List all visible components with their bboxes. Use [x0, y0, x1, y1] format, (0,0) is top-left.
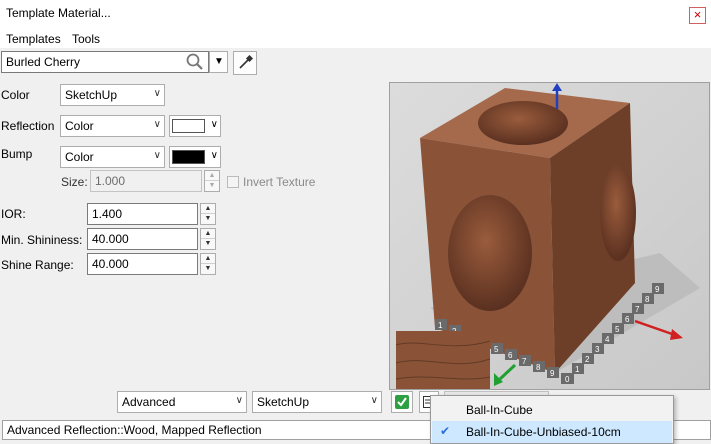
menu-templates[interactable]: Templates: [6, 32, 61, 46]
ruler-tick-label: 8: [536, 363, 541, 372]
scene-option-label: Ball-In-Cube: [466, 403, 533, 417]
eyedropper-button[interactable]: [233, 51, 257, 75]
chevron-down-icon: ∨: [153, 88, 161, 99]
mode-select-value: Advanced: [122, 395, 176, 409]
shine-range-spinner[interactable]: ▲ ▼: [200, 253, 216, 275]
ruler-tick-label: 6: [508, 351, 513, 360]
scene-option-label: Ball-In-Cube-Unbiased-10cm: [466, 425, 621, 439]
ruler-tick-label: 8: [645, 295, 650, 304]
close-button[interactable]: ×: [689, 7, 706, 24]
ruler-tick-label: 1: [575, 365, 580, 374]
ruler-tick-label: 9: [550, 369, 555, 378]
ruler-tick-label: 5: [494, 345, 499, 354]
material-dropdown-button[interactable]: ▼: [209, 51, 228, 73]
bump-select-value: Color: [65, 150, 94, 164]
reflection-swatch-color: [172, 119, 205, 133]
ruler-tick-label: 0: [565, 375, 570, 384]
status-text: Advanced Reflection::Wood, Mapped Reflec…: [7, 423, 262, 437]
ruler-tick-label: 9: [655, 285, 660, 294]
ruler-tick-label: 3: [595, 345, 600, 354]
scene-option-ball-in-cube[interactable]: Ball-In-Cube: [432, 399, 672, 421]
shine-range-label: Shine Range:: [1, 258, 74, 272]
scene-dropdown-menu: Ball-In-Cube ✔ Ball-In-Cube-Unbiased-10c…: [430, 395, 674, 444]
invert-texture-label: Invert Texture: [243, 175, 316, 189]
ruler-tick-label: 2: [585, 355, 590, 364]
color-select-value: SketchUp: [65, 88, 118, 102]
spin-down-icon[interactable]: ▼: [205, 181, 219, 191]
spin-down-icon[interactable]: ▼: [201, 264, 215, 274]
spin-down-icon[interactable]: ▼: [201, 239, 215, 249]
chevron-down-icon: ∨: [153, 119, 161, 130]
size-spinner[interactable]: ▲ ▼: [204, 170, 220, 192]
check-icon: ✔: [440, 424, 451, 438]
menu-bar: [0, 28, 711, 48]
min-shininess-input[interactable]: 40.000: [87, 228, 198, 250]
spin-up-icon[interactable]: ▲: [205, 171, 219, 181]
top-dimple: [478, 101, 568, 145]
ior-input[interactable]: 1.400: [87, 203, 198, 225]
chevron-down-icon: ∨: [153, 150, 161, 161]
ruler-tick-label: 7: [522, 357, 527, 366]
reflection-color-swatch[interactable]: ∨: [169, 115, 221, 137]
chevron-down-icon: ∨: [235, 395, 243, 406]
bump-swatch-color: [172, 150, 205, 164]
window-title: Template Material...: [6, 6, 111, 20]
ruler-tick-label: 7: [635, 305, 640, 314]
preview-render: 1234567890 9876543210: [390, 83, 709, 389]
texture-thumbnail: [396, 331, 490, 389]
chevron-down-icon: ▼: [214, 56, 224, 67]
ior-label: IOR:: [1, 207, 26, 221]
bump-color-swatch[interactable]: ∨: [169, 146, 221, 168]
engine-select-value: SketchUp: [257, 395, 310, 409]
spin-up-icon[interactable]: ▲: [201, 229, 215, 239]
color-select[interactable]: SketchUp ∨: [60, 84, 165, 106]
scene-option-ball-in-cube-unbiased[interactable]: ✔ Ball-In-Cube-Unbiased-10cm: [432, 421, 672, 443]
spin-up-icon[interactable]: ▲: [201, 254, 215, 264]
material-name: Burled Cherry: [6, 55, 81, 69]
reflection-select-value: Color: [65, 119, 94, 133]
spin-up-icon[interactable]: ▲: [201, 204, 215, 214]
menu-tools[interactable]: Tools: [72, 32, 100, 46]
ruler-tick-label: 5: [615, 325, 620, 334]
shine-range-value: 40.000: [92, 257, 129, 271]
invert-texture-checkbox[interactable]: [227, 176, 239, 188]
shine-range-input[interactable]: 40.000: [87, 253, 198, 275]
min-shininess-spinner[interactable]: ▲ ▼: [200, 228, 216, 250]
search-icon[interactable]: [185, 53, 205, 71]
chevron-down-icon: ∨: [210, 119, 218, 130]
size-value: 1.000: [95, 174, 126, 188]
material-preview[interactable]: 1234567890 9876543210: [389, 82, 710, 390]
front-dimple: [448, 195, 532, 311]
ruler-tick-label: 6: [625, 315, 630, 324]
chevron-down-icon: ∨: [370, 395, 378, 406]
reflection-label: Reflection: [1, 119, 55, 133]
bump-select[interactable]: Color ∨: [60, 146, 165, 168]
ruler-tick-label: 1: [438, 321, 443, 330]
close-icon: ×: [693, 7, 702, 22]
side-dimple: [600, 165, 636, 261]
size-input[interactable]: 1.000: [90, 170, 202, 192]
bump-label: Bump: [1, 147, 33, 161]
ior-value: 1.400: [92, 207, 123, 221]
ior-spinner[interactable]: ▲ ▼: [200, 203, 216, 225]
checkmark-icon: [395, 395, 409, 409]
mode-select[interactable]: Advanced ∨: [117, 391, 247, 413]
ruler-tick-label: 4: [605, 335, 610, 344]
size-label: Size:: [61, 175, 88, 189]
eyedropper-icon: [239, 55, 253, 69]
min-shininess-value: 40.000: [92, 232, 129, 246]
color-label: Color: [1, 88, 30, 102]
apply-button[interactable]: [391, 391, 413, 413]
engine-select[interactable]: SketchUp ∨: [252, 391, 382, 413]
reflection-select[interactable]: Color ∨: [60, 115, 165, 137]
min-shininess-label: Min. Shininess:: [1, 233, 83, 247]
spin-down-icon[interactable]: ▼: [201, 214, 215, 224]
material-name-field[interactable]: Burled Cherry: [1, 51, 209, 73]
chevron-down-icon: ∨: [210, 150, 218, 161]
